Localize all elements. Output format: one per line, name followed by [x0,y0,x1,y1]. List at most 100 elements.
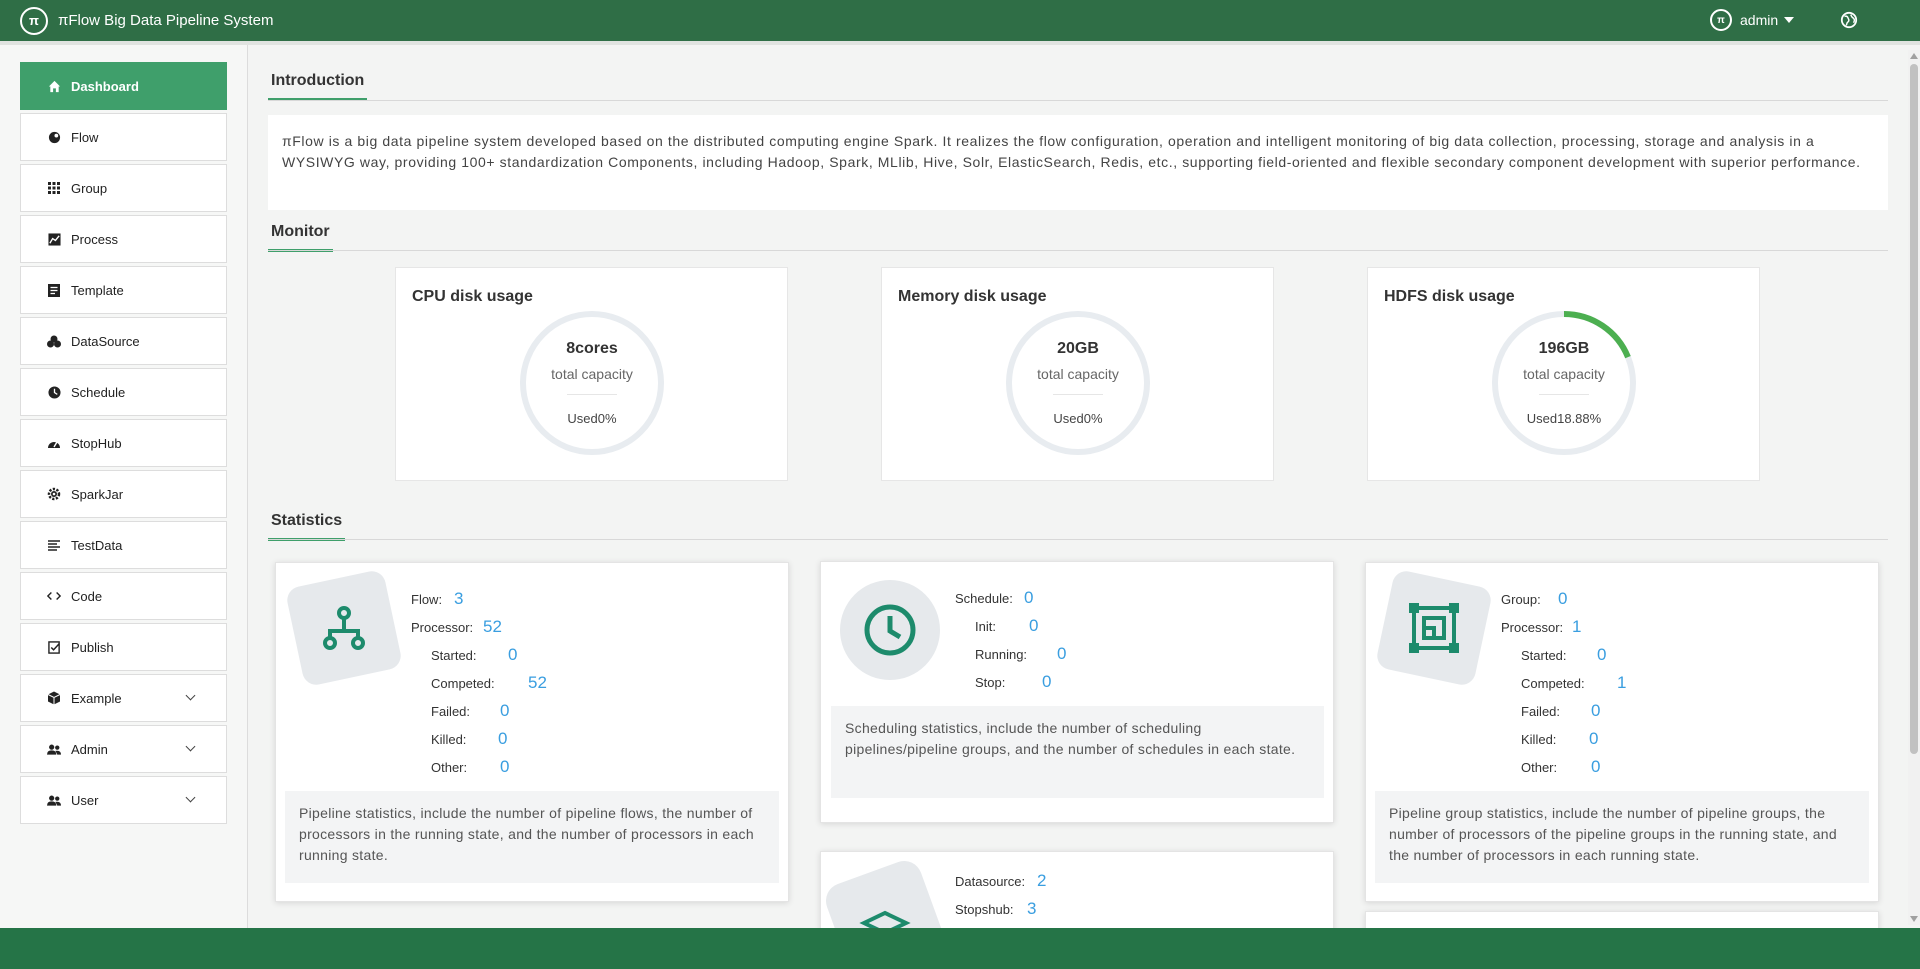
group-stats-card: Group: 0 Processor: 1 Started: 0 Competed: 1… [1365,562,1879,902]
stat-row-group: Group: 0 [1501,589,1568,608]
hdfs-usage-card: HDFS disk usage 196GB total capacity Use… [1367,267,1760,481]
stat-row-processor: Processor: 1 [1501,617,1582,636]
chart-icon [47,232,61,246]
stat-row-stop: Stop: 0 [975,672,1052,691]
sidebar-item-sparkjar[interactable]: SparkJar [20,470,227,518]
gauge-value: 20GB [1057,340,1099,357]
stat-row-other: Other: 0 [431,757,510,776]
gauge-caption: total capacity [551,366,633,382]
stat-row-processor: Processor: 52 [411,617,502,636]
chevron-down-icon [185,690,196,701]
scroll-down-icon[interactable] [1910,916,1918,922]
sidebar-item-stophub[interactable]: StopHub [20,419,227,467]
app-title: πFlow Big Data Pipeline System [58,12,274,29]
card-title: Memory disk usage [898,288,1047,305]
scrollbar-thumb[interactable] [1910,64,1918,754]
stat-row-started: Started: 0 [431,645,518,664]
stats-card-partial [1365,911,1879,928]
language-globe-icon[interactable] [1840,11,1858,29]
clock-icon [47,385,61,399]
grid-icon [47,181,61,195]
sidebar-item-admin[interactable]: Admin [20,725,227,773]
schedule-icon-tile [840,580,940,680]
sidebar-item-label: User [71,792,99,808]
stat-row-failed: Failed: 0 [431,701,510,720]
group-icon-tile [1374,568,1494,688]
user-name: admin [1740,12,1779,28]
card-title: HDFS disk usage [1384,288,1515,305]
users-icon [47,793,61,807]
datasource-icon [47,334,61,348]
chevron-down-icon [185,741,196,752]
sidebar-item-label: Publish [71,639,114,655]
section-divider [268,539,1888,540]
scroll-up-icon[interactable] [1910,53,1918,59]
gear-icon [47,487,61,501]
sidebar-item-dashboard[interactable]: Dashboard [20,62,227,110]
stat-row-failed: Failed: 0 [1521,701,1601,720]
section-divider [268,250,1888,251]
section-introduction: Introduction [268,72,368,101]
check-icon [47,640,61,654]
sidebar-item-label: Dashboard [71,78,139,94]
vertical-scrollbar[interactable] [1908,50,1920,925]
gauge-caption: total capacity [1523,366,1605,382]
sidebar-item-template[interactable]: Template [20,266,227,314]
home-icon [47,79,61,93]
user-menu[interactable]: π admin [1710,9,1795,31]
schedule-stats-card: Schedule: 0 Init: 0 Running: 0 Stop: 0 Sched… [820,561,1334,823]
flow-icon [47,130,61,144]
stat-row-flow: Flow: 3 [411,589,464,608]
sidebar-item-testdata[interactable]: TestData [20,521,227,569]
main-content: Introduction πFlow is a big data pipelin… [248,45,1920,928]
gauge-icon [47,436,61,450]
stat-row-schedule: Schedule: 0 [955,588,1034,607]
gauge-value: 8cores [566,340,618,357]
stat-row-init: Init: 0 [975,616,1039,635]
schedule-stats-description: Scheduling statistics, include the numbe… [831,706,1324,798]
gauge-value: 196GB [1538,340,1590,357]
sidebar-item-label: DataSource [71,333,140,349]
group-stats-description: Pipeline group statistics, include the n… [1375,791,1869,883]
top-header: π πFlow Big Data Pipeline System π admin [0,0,1920,41]
sidebar-item-label: Process [71,231,118,247]
sidebar-item-group[interactable]: Group [20,164,227,212]
footer-bar [0,928,1920,969]
stat-row-running: Running: 0 [975,644,1067,663]
sidebar: Dashboard Flow Group Process Template Da… [0,45,248,928]
section-monitor: Monitor [268,223,333,252]
logo-icon: π [20,6,48,35]
code-icon [47,589,61,603]
sidebar-item-process[interactable]: Process [20,215,227,263]
intro-text: πFlow is a big data pipeline system deve… [268,115,1888,210]
flow-stats-description: Pipeline statistics, include the number … [285,791,779,883]
sidebar-item-user[interactable]: User [20,776,227,824]
group-frame-icon [1409,603,1459,653]
sidebar-item-label: Group [71,180,108,196]
sidebar-item-label: SparkJar [71,486,124,502]
sidebar-item-flow[interactable]: Flow [20,113,227,161]
sidebar-item-schedule[interactable]: Schedule [20,368,227,416]
stat-row-datasource: Datasource: 2 [955,871,1047,890]
sidebar-item-datasource[interactable]: DataSource [20,317,227,365]
gauge-used: Used18.88% [1526,411,1602,426]
flow-tree-icon [323,606,365,650]
stat-row-killed: Killed: 0 [1521,729,1599,748]
template-icon [47,283,61,297]
gauge-used: Used0% [1053,411,1103,426]
sidebar-item-code[interactable]: Code [20,572,227,620]
section-divider [268,100,1888,101]
stat-row-killed: Killed: 0 [431,729,508,748]
sidebar-item-publish[interactable]: Publish [20,623,227,671]
datasource-stats-card: Datasource: 2 Stopshub: 3 [820,851,1334,928]
sidebar-item-label: Admin [71,741,108,757]
stat-row-started: Started: 0 [1521,645,1607,664]
sidebar-item-example[interactable]: Example [20,674,227,722]
gauge-caption: total capacity [1037,366,1119,382]
user-avatar-icon: π [1710,9,1732,31]
clock-icon [864,604,916,656]
section-statistics: Statistics [268,512,346,541]
flow-icon-tile [284,568,404,688]
caret-down-icon [1784,17,1795,23]
stat-row-other: Other: 0 [1521,757,1601,776]
